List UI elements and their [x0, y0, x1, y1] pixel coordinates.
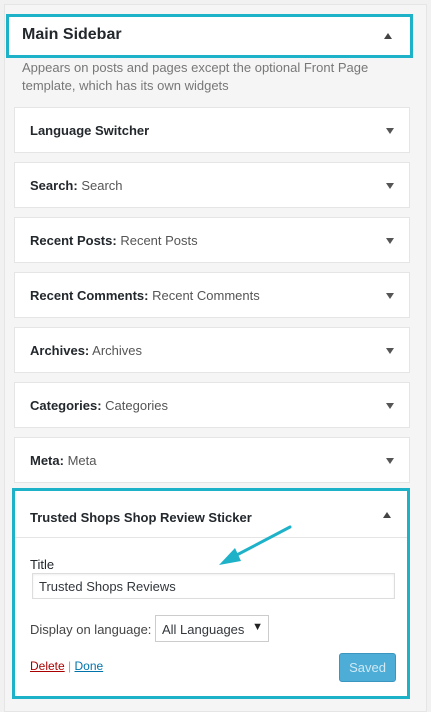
widget-categories[interactable]: Categories: Categories — [14, 382, 410, 428]
widget-name: Recent Comments: — [30, 288, 149, 303]
main-sidebar-header[interactable]: Main Sidebar — [6, 14, 413, 58]
title-label: Title — [30, 557, 55, 572]
expand-arrow-icon[interactable] — [386, 293, 394, 299]
widget-name: Search: — [30, 178, 78, 193]
widget-name: Archives: — [30, 343, 90, 358]
language-selected-value: All Languages — [162, 622, 245, 637]
delete-link[interactable]: Delete — [30, 659, 65, 673]
widget-name: Categories: — [30, 398, 102, 413]
widget-actions: Delete | Done — [30, 659, 103, 673]
action-separator: | — [68, 659, 72, 673]
widget-instance-title: Categories — [105, 398, 169, 413]
widget-instance-title: Recent Comments — [152, 288, 260, 303]
expand-arrow-icon[interactable] — [386, 238, 394, 244]
language-select[interactable]: All Languages ▼ — [155, 615, 269, 642]
widget-language-switcher[interactable]: Language Switcher — [14, 107, 410, 153]
widget-name: Meta: — [30, 453, 64, 468]
language-label: Display on language: — [30, 622, 152, 637]
title-input[interactable] — [32, 573, 395, 599]
collapse-arrow-icon[interactable] — [384, 33, 392, 39]
widget-instance-title: Recent Posts — [120, 233, 198, 248]
expand-arrow-icon[interactable] — [386, 183, 394, 189]
sidebar-description: Appears on posts and pages except the op… — [22, 60, 369, 93]
widget-instance-title: Search — [81, 178, 123, 193]
expand-arrow-icon[interactable] — [386, 403, 394, 409]
pointer-arrow-icon — [219, 525, 292, 565]
widget-name: Recent Posts: — [30, 233, 117, 248]
widget-search[interactable]: Search: Search — [14, 162, 410, 208]
widget-instance-title: Archives — [92, 343, 143, 358]
done-link[interactable]: Done — [75, 659, 104, 673]
sidebar-title: Main Sidebar — [22, 26, 122, 43]
expand-arrow-icon[interactable] — [386, 348, 394, 354]
widget-meta[interactable]: Meta: Meta — [14, 437, 410, 483]
widget-archives[interactable]: Archives: Archives — [14, 327, 410, 373]
widget-name: Language Switcher — [30, 123, 150, 138]
collapse-arrow-icon[interactable] — [383, 512, 391, 518]
widget-recent-comments[interactable]: Recent Comments: Recent Comments — [14, 272, 410, 318]
widget-recent-posts[interactable]: Recent Posts: Recent Posts — [14, 217, 410, 263]
saved-button[interactable]: Saved — [339, 653, 396, 682]
select-caret-icon: ▼ — [252, 621, 263, 633]
expand-arrow-icon[interactable] — [386, 458, 394, 464]
widget-instance-title: Meta — [67, 453, 97, 468]
expand-arrow-icon[interactable] — [386, 128, 394, 134]
